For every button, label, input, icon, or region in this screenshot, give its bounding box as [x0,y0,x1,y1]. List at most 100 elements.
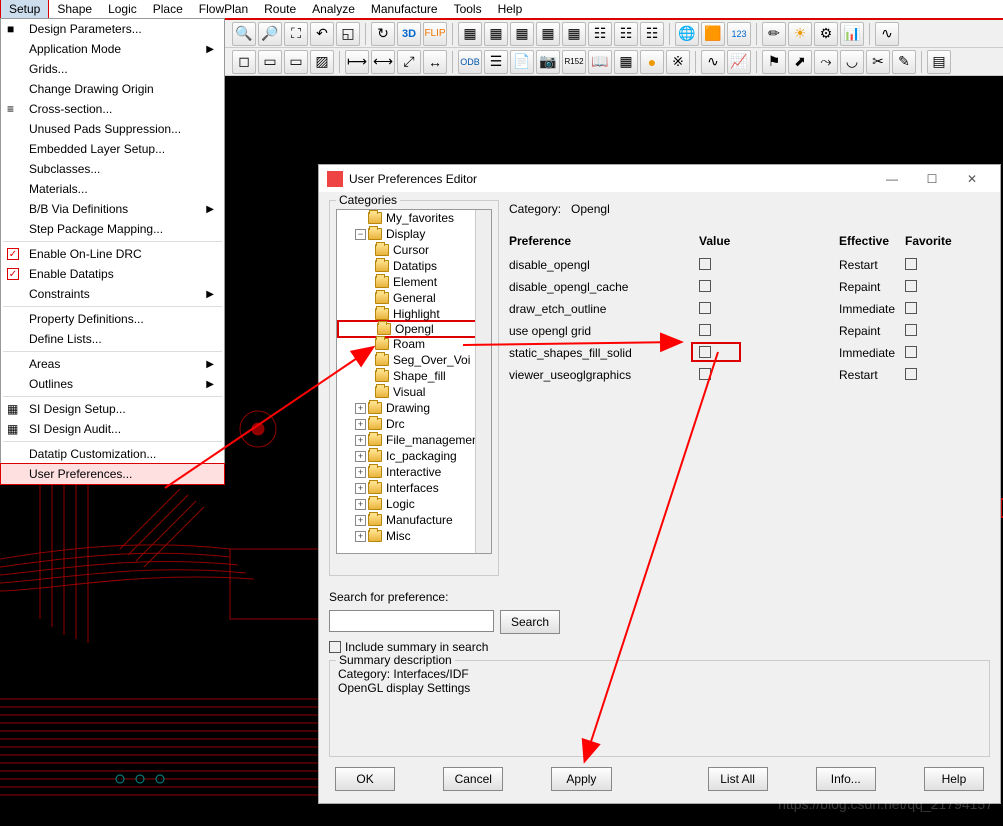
table2-icon[interactable]: ☷ [614,22,638,46]
wave-icon[interactable]: ∿ [701,50,725,74]
hatch-icon[interactable]: ▨ [310,50,334,74]
zoom-fit-icon[interactable]: ⛶ [284,22,308,46]
menu-place[interactable]: Place [145,0,191,18]
tree-item[interactable]: Element [337,274,491,290]
info-button[interactable]: Info... [816,767,876,791]
menu-shape[interactable]: Shape [49,0,100,18]
tree-item[interactable]: Seg_Over_Voi [337,352,491,368]
favorite-checkbox[interactable] [905,368,917,380]
menu-item[interactable]: Unused Pads Suppression... [1,119,224,139]
tree-item[interactable]: Shape_fill [337,368,491,384]
menu-item[interactable]: ▦SI Design Setup... [1,399,224,419]
tree-item[interactable]: +Misc [337,528,491,544]
view-flip-icon[interactable]: FLIP [423,22,447,46]
menu-item[interactable]: Datatip Customization... [1,444,224,464]
menu-item[interactable]: ✓Enable On-Line DRC [1,244,224,264]
view-3d-icon[interactable]: 3D [397,22,421,46]
tree-item[interactable]: +Ic_packaging [337,448,491,464]
odb-icon[interactable]: ODB [458,50,482,74]
tree-item[interactable]: −Display [337,226,491,242]
arc-icon[interactable]: ◡ [840,50,864,74]
grid-tool-icon[interactable]: ▦ [458,22,482,46]
tree-item[interactable]: +Manufacture [337,512,491,528]
menu-item[interactable]: Application Mode▶ [1,39,224,59]
menu-flowplan[interactable]: FlowPlan [191,0,256,18]
dialog-titlebar[interactable]: User Preferences Editor — ☐ ✕ [319,165,1000,192]
menu-item[interactable]: Change Drawing Origin [1,79,224,99]
menu-item[interactable]: Define Lists... [1,329,224,349]
numbers-icon[interactable]: 123 [727,22,751,46]
flag-icon[interactable]: ⚑ [762,50,786,74]
value-checkbox[interactable] [699,324,711,336]
menu-manufacture[interactable]: Manufacture [363,0,446,18]
tree-item[interactable]: +Drc [337,416,491,432]
tree-item[interactable]: General [337,290,491,306]
r152-icon[interactable]: R152 [562,50,586,74]
tree-scrollbar[interactable] [475,210,491,553]
matrix-icon[interactable]: ▦ [614,50,638,74]
minimize-icon[interactable]: — [872,167,912,191]
menu-item[interactable]: Constraints▶ [1,284,224,304]
sun-icon[interactable]: ☀ [788,22,812,46]
table3-icon[interactable]: ☷ [640,22,664,46]
board-icon[interactable]: 🟧 [701,22,725,46]
menu-item[interactable]: Grids... [1,59,224,79]
menu-item[interactable]: Step Package Mapping... [1,219,224,239]
zoom-in-icon[interactable]: 🔍 [232,22,256,46]
include-summary-checkbox[interactable] [329,641,341,653]
cancel-button[interactable]: Cancel [443,767,503,791]
last-icon[interactable]: ▤ [927,50,951,74]
value-checkbox[interactable] [699,368,711,380]
menu-item[interactable]: Subclasses... [1,159,224,179]
menu-item[interactable]: User Preferences... [0,463,225,485]
dim-icon[interactable]: ⟼ [345,50,369,74]
menu-item[interactable]: Areas▶ [1,354,224,374]
search-input[interactable] [329,610,494,632]
favorite-checkbox[interactable] [905,280,917,292]
value-checkbox[interactable] [699,258,711,270]
apply-button[interactable]: Apply [551,767,611,791]
menu-analyze[interactable]: Analyze [304,0,363,18]
grid5-icon[interactable]: ▦ [562,22,586,46]
listall-button[interactable]: List All [708,767,768,791]
rect-icon[interactable]: ◻ [232,50,256,74]
tree-item[interactable]: Visual [337,384,491,400]
cam-icon[interactable]: 📷 [536,50,560,74]
tree-item[interactable]: Roam [337,336,491,352]
menu-help[interactable]: Help [490,0,531,18]
menu-item[interactable]: ▦SI Design Audit... [1,419,224,439]
wand-icon[interactable]: ✏ [762,22,786,46]
layers-icon[interactable]: ☰ [484,50,508,74]
badge-icon[interactable]: ● [640,50,664,74]
value-checkbox[interactable] [699,302,711,314]
tree-item[interactable]: Cursor [337,242,491,258]
menu-logic[interactable]: Logic [100,0,145,18]
graph-icon[interactable]: 📈 [727,50,751,74]
chart-icon[interactable]: 📊 [840,22,864,46]
menu-item[interactable]: ≡Cross-section... [1,99,224,119]
grid3-icon[interactable]: ▦ [510,22,534,46]
doc-icon[interactable]: 📄 [510,50,534,74]
favorite-checkbox[interactable] [905,302,917,314]
close-icon[interactable]: ✕ [952,167,992,191]
categories-tree[interactable]: My_favorites−DisplayCursorDatatipsElemen… [336,209,492,554]
menu-route[interactable]: Route [256,0,304,18]
tree-item[interactable]: +Drawing [337,400,491,416]
favorite-checkbox[interactable] [905,258,917,270]
rect3-icon[interactable]: ▭ [284,50,308,74]
dim2-icon[interactable]: ⟷ [371,50,395,74]
menu-item[interactable]: Outlines▶ [1,374,224,394]
tree-item[interactable]: +File_management [337,432,491,448]
net-icon[interactable]: ※ [666,50,690,74]
ok-button[interactable]: OK [335,767,395,791]
edit-icon[interactable]: ✎ [892,50,916,74]
maximize-icon[interactable]: ☐ [912,167,952,191]
redraw-icon[interactable]: ↻ [371,22,395,46]
favorite-checkbox[interactable] [905,346,917,358]
book-icon[interactable]: 📖 [588,50,612,74]
table-icon[interactable]: ☷ [588,22,612,46]
menu-item[interactable]: Embedded Layer Setup... [1,139,224,159]
dim4-icon[interactable]: ↔ [423,50,447,74]
menu-setup[interactable]: Setup [0,0,49,19]
menu-item[interactable]: Property Definitions... [1,309,224,329]
